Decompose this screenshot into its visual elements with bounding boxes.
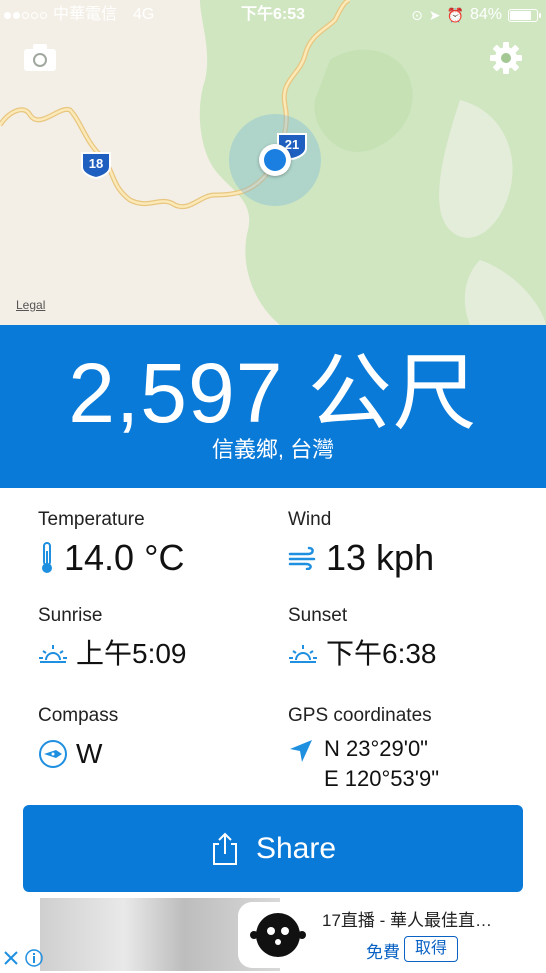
location-name: 信義鄉, 台灣 — [211, 437, 335, 462]
gps-label: GPS coordinates — [288, 705, 432, 726]
status-bar: 中華電信 4G 下午6:53 ⊙ ➤ ⏰ 84% — [0, 0, 546, 30]
temperature-value: 14.0 °C — [64, 537, 185, 578]
camera-icon — [24, 44, 56, 71]
ad-app-logo — [238, 902, 318, 968]
ad-get-button[interactable]: 取得 — [404, 936, 458, 962]
wind-icon — [288, 546, 318, 570]
compass-label: Compass — [38, 705, 119, 726]
thermometer-icon — [38, 541, 56, 575]
sunrise-value: 上午5:09 — [76, 638, 187, 669]
sunrise-icon — [38, 642, 68, 666]
alarm-icon: ⏰ — [446, 7, 464, 23]
gps-longitude: E 120°53'9" — [324, 766, 440, 791]
altitude-banner: 2,597 公尺 信義鄉, 台灣 — [0, 325, 546, 488]
compass-cell: Compass W — [38, 704, 118, 776]
gps-latitude: N 23°29'0" — [324, 736, 428, 761]
ad-info-icon[interactable] — [24, 948, 44, 968]
map-view[interactable]: 18 21 Legal — [0, 0, 546, 325]
camera-button[interactable] — [22, 42, 58, 74]
temperature-label: Temperature — [38, 509, 145, 530]
orientation-lock-icon: ⊙ — [411, 7, 423, 23]
location-services-icon: ➤ — [428, 7, 441, 23]
share-icon — [210, 832, 240, 866]
settings-button[interactable] — [488, 40, 524, 76]
sunrise-label: Sunrise — [38, 605, 103, 626]
compass-icon — [38, 739, 68, 769]
ad-banner[interactable]: 17直播 - 華人最佳直… 免費 取得 — [0, 898, 546, 971]
current-location-dot — [259, 144, 291, 176]
sunset-cell: Sunset 下午6:38 — [288, 604, 437, 676]
map-legal-link[interactable]: Legal — [16, 298, 45, 312]
share-button[interactable]: Share — [23, 805, 523, 892]
route-shield-18: 18 — [80, 151, 112, 179]
battery-icon — [508, 8, 541, 22]
ad-close-icon[interactable] — [2, 948, 20, 968]
ad-title: 17直播 - 華人最佳直… — [322, 911, 493, 930]
battery-percent: 84% — [469, 6, 502, 23]
sunrise-cell: Sunrise 上午5:09 — [38, 604, 187, 676]
altitude-value: 2,597 公尺 — [68, 346, 478, 440]
location-arrow-icon — [288, 738, 314, 764]
ad-price: 免費 — [366, 943, 400, 962]
gear-icon — [490, 42, 522, 74]
gps-cell: GPS coordinates N 23°29'0" E 120°53'9" — [288, 704, 439, 794]
compass-value: W — [76, 738, 103, 769]
wind-label: Wind — [288, 509, 332, 530]
wind-cell: Wind 13 kph — [288, 508, 434, 580]
sunset-icon — [288, 642, 318, 666]
temperature-cell: Temperature 14.0 °C — [38, 508, 184, 580]
wind-value: 13 kph — [326, 537, 435, 578]
sunset-label: Sunset — [288, 605, 348, 626]
sunset-value: 下午6:38 — [326, 638, 437, 669]
share-label: Share — [255, 831, 337, 865]
